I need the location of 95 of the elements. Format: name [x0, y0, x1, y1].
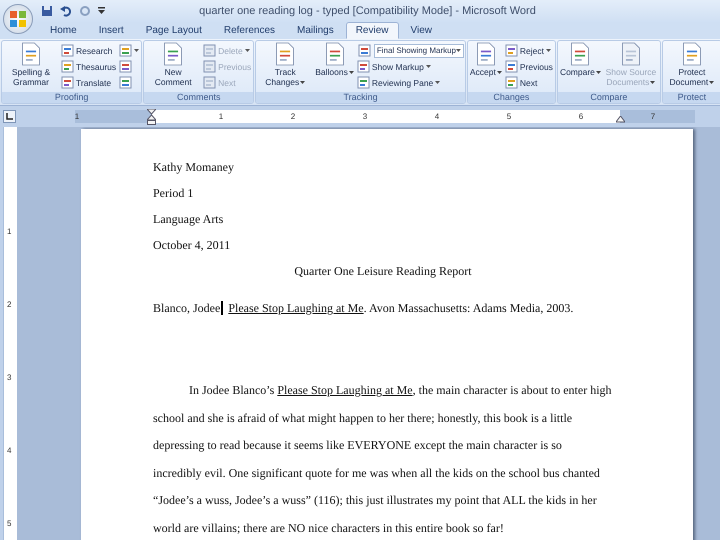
ruler-number: 2: [7, 300, 12, 309]
office-logo-icon: [7, 8, 29, 30]
ribbon-button[interactable]: Previous: [504, 59, 554, 74]
ribbon-button[interactable]: Show Markup: [356, 59, 464, 74]
ribbon-tab[interactable]: Insert: [88, 22, 134, 39]
ruler-number: 4: [434, 111, 440, 122]
small-document-icon: [119, 76, 132, 89]
undo-icon[interactable]: [60, 5, 72, 17]
small-document-icon: [61, 60, 74, 73]
ribbon-tab[interactable]: Mailings: [287, 22, 344, 39]
save-icon[interactable]: [41, 5, 53, 17]
body-paragraph: In Jodee Blanco’s Please Stop Laughing at Me, the main character is about to enter high school and she is afraid of what might happen to her there; honestly, this book is a little depressing to read because it seems like EVERYONE except the main character is so incredibly evil. One significant quote for me was when all the kids on the school bus chanted “Jodee’s a wuss, Jodee’s a wuss” (116); this just illustrates my point that ALL the kids in her world are villains; there are NO nice characters in this entire book so far!: [153, 382, 613, 536]
report-title: Quarter One Leisure Reading Report: [293, 264, 473, 279]
caret-icon: [650, 81, 656, 84]
caret-icon: [496, 71, 502, 74]
document-icon: [680, 42, 703, 66]
document-icon: [20, 42, 42, 66]
ribbon-button[interactable]: Thesaurus: [60, 59, 118, 74]
ruler-number: 6: [578, 111, 584, 122]
group-label: Proofing: [2, 92, 142, 103]
ribbon-tab[interactable]: Home: [40, 22, 87, 39]
ribbon-tab[interactable]: References: [214, 22, 286, 39]
ribbon-icon-button[interactable]: [118, 43, 140, 58]
document-icon: [324, 42, 346, 66]
header-line: Language Arts: [153, 212, 224, 227]
markup-dropdown[interactable]: Final Showing Markup: [374, 44, 464, 58]
group-label: Compare: [558, 92, 660, 103]
indent-marker-icon[interactable]: [147, 109, 156, 125]
ruler-number: 5: [506, 111, 512, 122]
group-label: Tracking: [256, 92, 465, 103]
office-button[interactable]: [3, 4, 33, 34]
ruler-number: 3: [362, 111, 368, 122]
ruler-number: 2: [290, 111, 296, 122]
ribbon-button[interactable]: Accept: [468, 42, 503, 77]
group-label: Protect: [662, 92, 720, 103]
small-document-icon: [119, 60, 132, 73]
small-document-icon: [358, 44, 371, 57]
ribbon-button[interactable]: Protect Document: [664, 42, 720, 87]
group-label: Comments: [144, 92, 254, 103]
ruler-number: 7: [650, 111, 656, 122]
ruler-number: 1: [74, 111, 80, 122]
ribbon-tab[interactable]: Page Layout: [136, 22, 212, 39]
small-document-icon: [61, 76, 74, 89]
caret-icon: [709, 81, 714, 84]
ribbon-button[interactable]: New Comment: [145, 42, 202, 87]
ribbon-tab[interactable]: View: [400, 22, 442, 39]
small-document-icon: [504, 76, 518, 89]
tab-selector[interactable]: [3, 110, 16, 123]
ribbon-button[interactable]: Track Changes: [257, 42, 314, 87]
ribbon-button[interactable]: Spelling & Grammar: [3, 42, 59, 87]
small-document-icon: [356, 76, 370, 89]
ruler-number: 1: [218, 111, 224, 122]
small-document-icon: [504, 60, 518, 73]
citation-text: Blanco, Jodee Please Stop Laughing at Me. Avon Massachusetts: Adams Media, 2003.: [153, 301, 574, 316]
header-line: Period 1: [153, 186, 194, 201]
caret-icon: [435, 81, 440, 84]
ribbon-button[interactable]: Next: [504, 75, 554, 90]
small-document-icon: [203, 76, 216, 89]
caret-icon: [134, 49, 140, 52]
small-document-icon: [119, 44, 132, 57]
right-indent-marker-icon[interactable]: [616, 116, 625, 123]
ribbon-button[interactable]: Reviewing Pane: [356, 75, 464, 90]
header-line: October 4, 2011: [153, 238, 232, 253]
tab-stop-icon: [5, 112, 14, 121]
caret-icon: [348, 71, 354, 74]
ribbon-button[interactable]: Reject: [504, 43, 554, 58]
ruler-number: 4: [7, 446, 12, 455]
document-icon: [620, 42, 642, 66]
ruler-number: 3: [7, 373, 12, 382]
ribbon-button[interactable]: Research: [60, 43, 118, 58]
document-icon: [274, 42, 296, 66]
small-document-icon: [356, 60, 370, 73]
ribbon-button[interactable]: Balloons: [314, 42, 355, 77]
caret-icon: [456, 49, 461, 52]
caret-icon: [596, 71, 601, 74]
document-icon: [474, 42, 497, 66]
small-document-icon: [61, 44, 74, 57]
small-document-icon: [504, 44, 518, 57]
document-icon: [569, 42, 592, 66]
customize-caret-icon[interactable]: [98, 7, 105, 15]
small-document-icon: [203, 60, 216, 73]
caret-icon: [426, 65, 431, 68]
caret-icon: [300, 81, 306, 84]
ruler-number: 5: [7, 519, 12, 528]
window-title: quarter one reading log - typed [Compatibility Mode] - Microsoft Word: [198, 5, 537, 17]
caret-icon: [244, 49, 250, 52]
document-icon: [162, 42, 184, 66]
ruler-number: 1: [7, 227, 12, 236]
ribbon-tab[interactable]: Review: [346, 22, 398, 39]
caret-icon: [546, 49, 551, 52]
ribbon-button[interactable]: Translate: [60, 75, 118, 90]
small-document-icon: [203, 44, 216, 57]
group-label: Changes: [468, 92, 555, 103]
header-line: Kathy Momaney: [153, 160, 235, 175]
ribbon-button[interactable]: Compare: [558, 42, 602, 77]
